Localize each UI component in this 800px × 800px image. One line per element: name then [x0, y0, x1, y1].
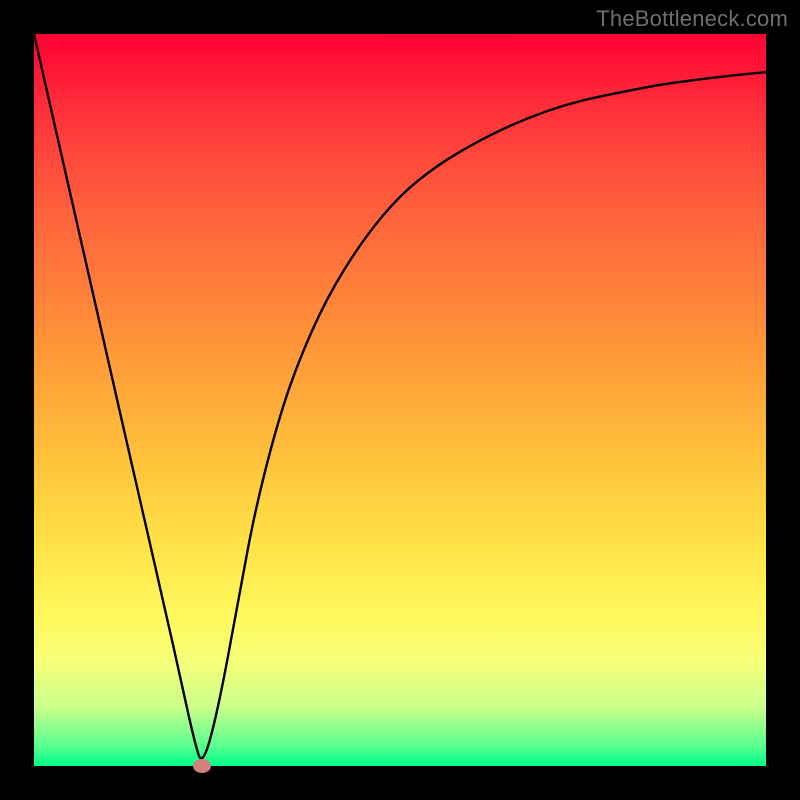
- bottleneck-curve: [34, 34, 766, 758]
- plot-area: [34, 34, 766, 766]
- curve-svg: [34, 34, 766, 766]
- watermark-text: TheBottleneck.com: [596, 6, 788, 32]
- chart-frame: TheBottleneck.com: [0, 0, 800, 800]
- minimum-marker: [193, 759, 211, 773]
